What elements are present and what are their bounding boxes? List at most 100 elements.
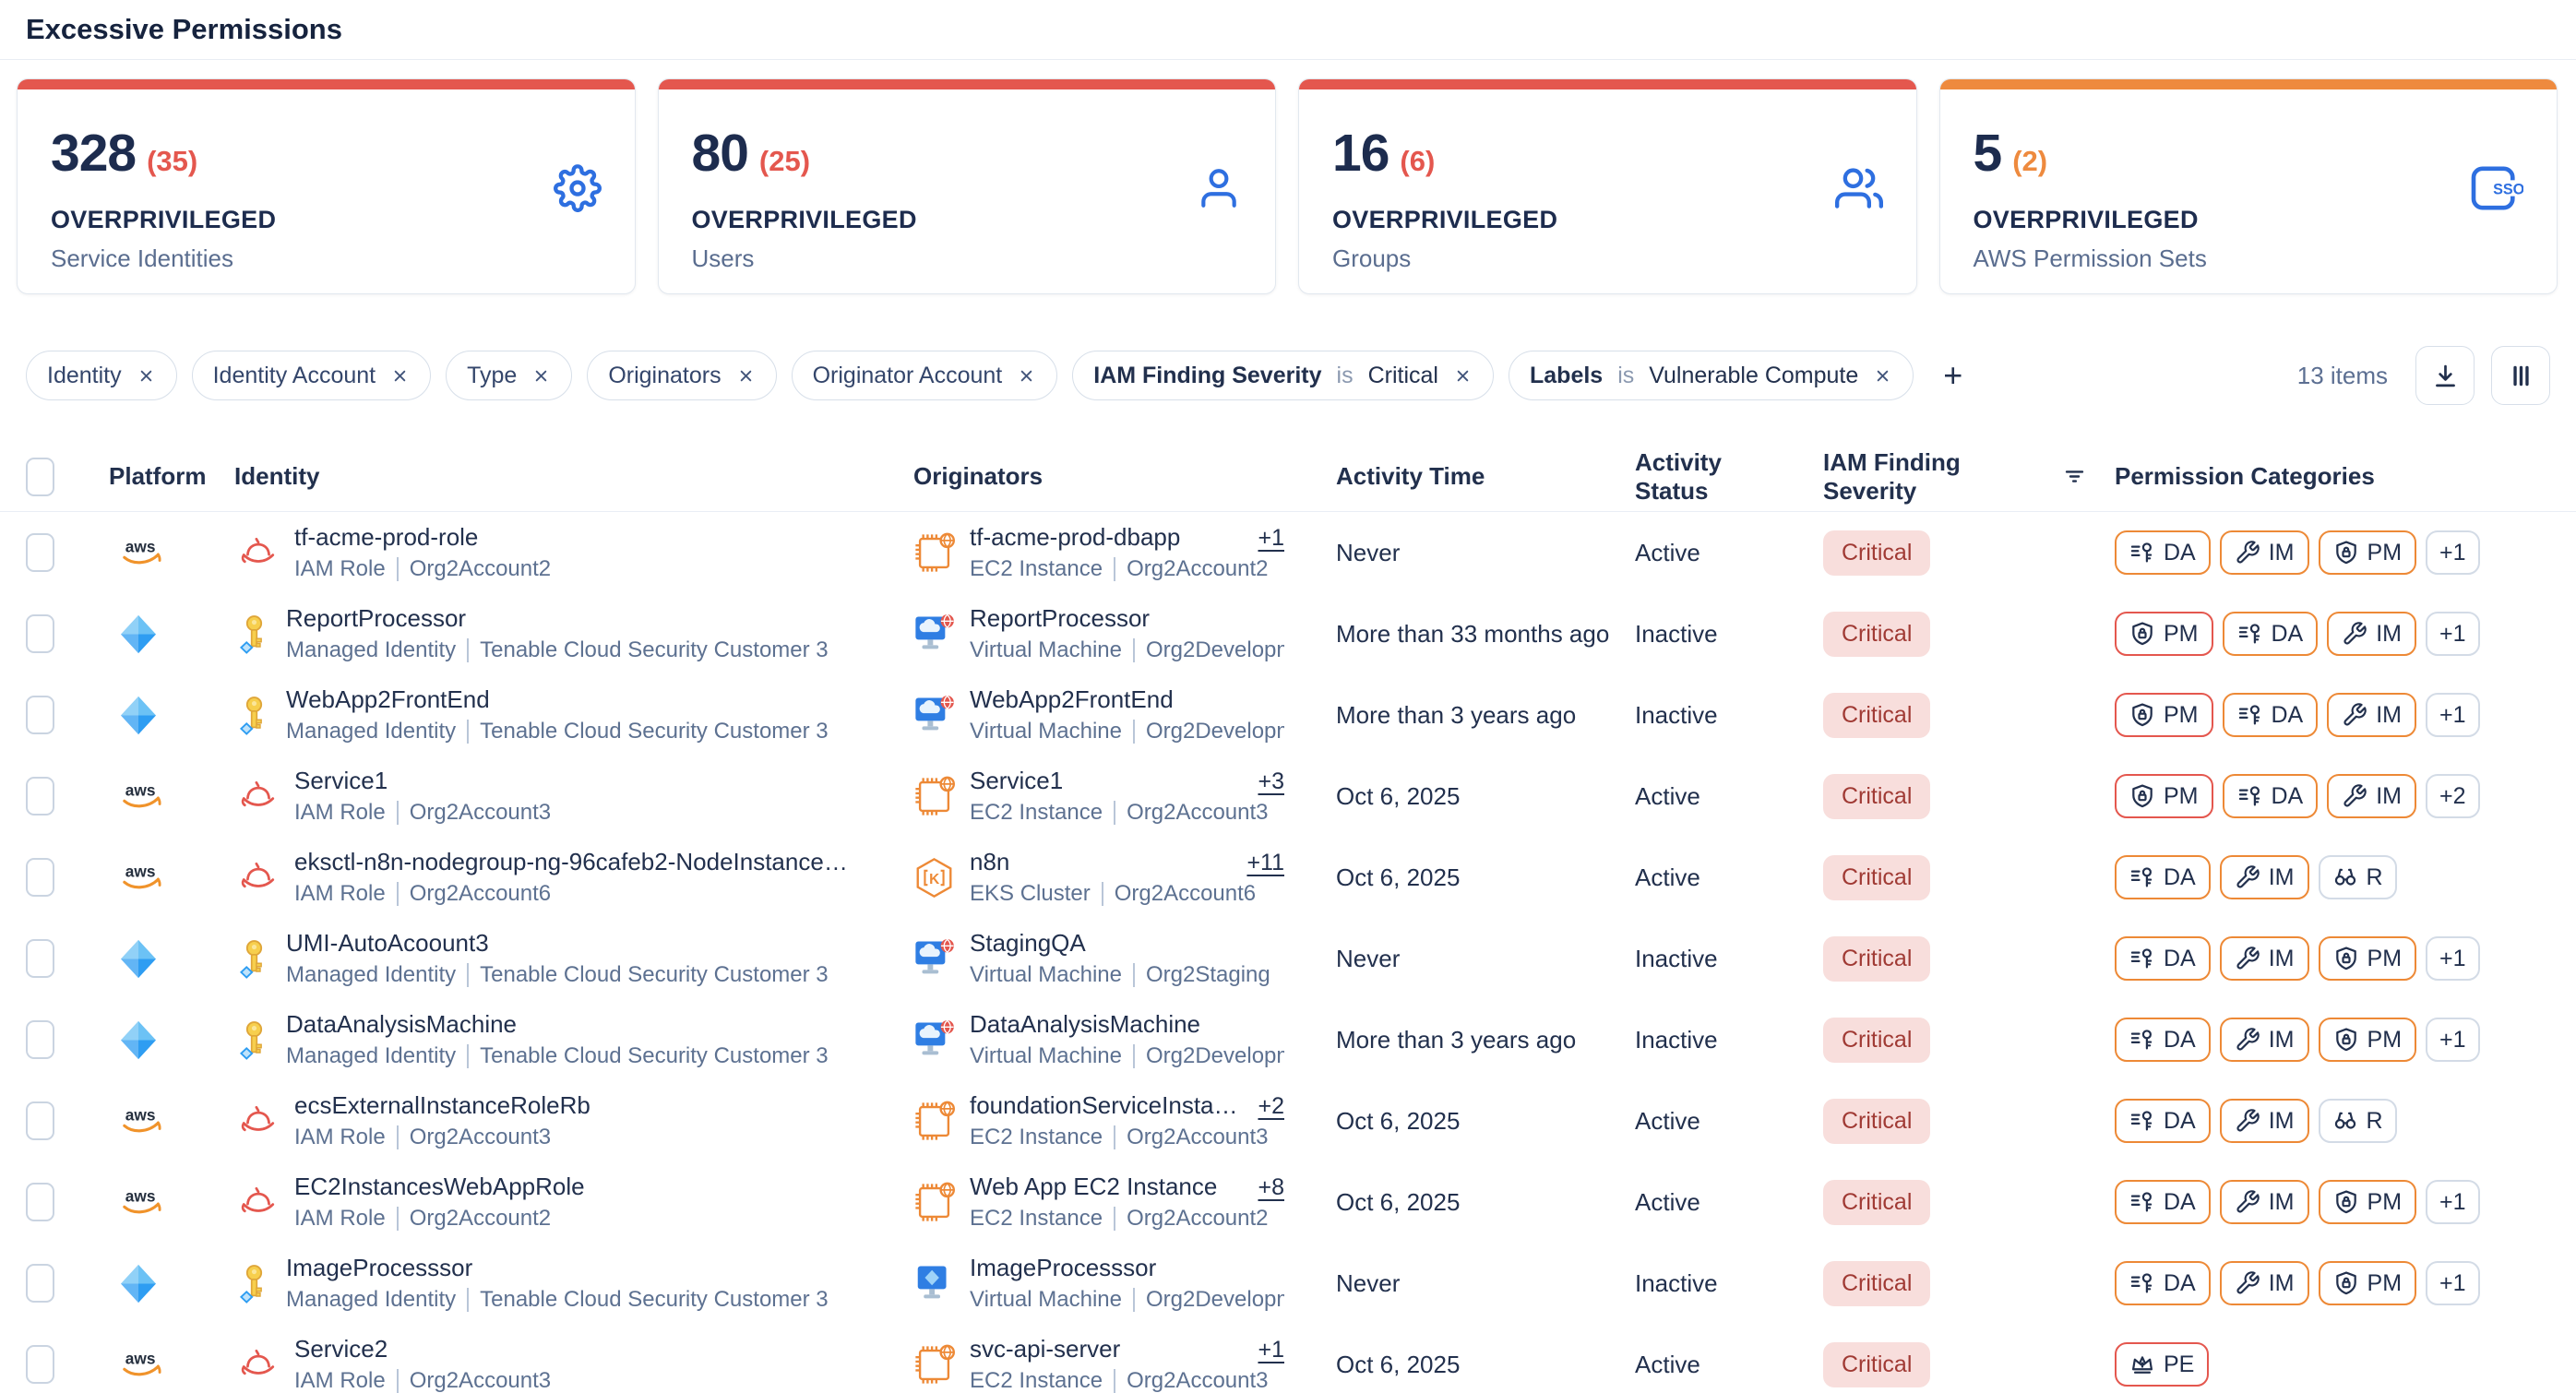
- permission-badge-plus1[interactable]: +1: [2426, 1180, 2480, 1224]
- close-icon[interactable]: [1453, 366, 1473, 386]
- permission-badge-DA[interactable]: DA: [2223, 612, 2319, 656]
- permission-badge-IM[interactable]: IM: [2220, 1018, 2309, 1062]
- identity-name[interactable]: Service2: [294, 1335, 862, 1363]
- originator-name[interactable]: tf-acme-prod-dbapp: [970, 523, 1180, 552]
- originator-name[interactable]: ReportProcessor: [970, 604, 1150, 633]
- close-icon[interactable]: [390, 366, 410, 386]
- permission-badge-PM[interactable]: PM: [2319, 1180, 2417, 1224]
- filter-chip[interactable]: Originator Account: [792, 351, 1058, 400]
- row-checkbox[interactable]: [26, 1345, 54, 1384]
- permission-badge-plus1[interactable]: +1: [2426, 936, 2480, 981]
- column-header-identity[interactable]: Identity: [223, 462, 893, 491]
- permission-badge-DA[interactable]: DA: [2115, 530, 2211, 575]
- close-icon[interactable]: [137, 366, 156, 386]
- permission-badge-DA[interactable]: DA: [2115, 1180, 2211, 1224]
- originator-name[interactable]: WebApp2FrontEnd: [970, 685, 1174, 714]
- row-checkbox[interactable]: [26, 1020, 54, 1059]
- permission-badge-PM[interactable]: PM: [2115, 774, 2213, 818]
- originator-name[interactable]: StagingQA: [970, 929, 1086, 958]
- more-originators-link[interactable]: +2: [1258, 1093, 1284, 1120]
- permission-badge-IM[interactable]: IM: [2220, 1099, 2309, 1143]
- permission-badge-DA[interactable]: DA: [2115, 855, 2211, 899]
- column-header-permission-categories[interactable]: Permission Categories: [2087, 462, 2576, 491]
- permission-badge-PM[interactable]: PM: [2115, 693, 2213, 737]
- permission-badge-DA[interactable]: DA: [2115, 1099, 2211, 1143]
- more-originators-link[interactable]: +11: [1246, 850, 1284, 876]
- row-checkbox[interactable]: [26, 696, 54, 734]
- identity-name[interactable]: DataAnalysisMachine: [286, 1010, 862, 1039]
- filter-chip[interactable]: Identity Account: [192, 351, 432, 400]
- originator-name[interactable]: svc-api-server: [970, 1335, 1120, 1363]
- permission-badge-R[interactable]: R: [2319, 855, 2397, 899]
- permission-badge-PM[interactable]: PM: [2319, 936, 2417, 981]
- permission-badge-PM[interactable]: PM: [2319, 530, 2417, 575]
- permission-badge-IM[interactable]: IM: [2327, 693, 2416, 737]
- permission-badge-PM[interactable]: PM: [2115, 612, 2213, 656]
- permission-badge-IM[interactable]: IM: [2220, 1261, 2309, 1305]
- originator-name[interactable]: foundationServiceInstance: [970, 1091, 1245, 1120]
- filter-chip[interactable]: LabelsisVulnerable Compute: [1509, 351, 1914, 400]
- more-originators-link[interactable]: +8: [1258, 1174, 1284, 1201]
- more-originators-link[interactable]: +1: [1258, 1337, 1284, 1363]
- permission-badge-DA[interactable]: DA: [2115, 1018, 2211, 1062]
- row-checkbox[interactable]: [26, 614, 54, 653]
- close-icon[interactable]: [736, 366, 756, 386]
- row-checkbox[interactable]: [26, 1183, 54, 1221]
- identity-name[interactable]: ReportProcessor: [286, 604, 862, 633]
- close-icon[interactable]: [1017, 366, 1036, 386]
- permission-badge-IM[interactable]: IM: [2220, 530, 2309, 575]
- permission-badge-IM[interactable]: IM: [2327, 612, 2416, 656]
- row-checkbox[interactable]: [26, 533, 54, 572]
- column-header-activity-time[interactable]: Activity Time: [1310, 462, 1609, 491]
- permission-badge-plus1[interactable]: +1: [2426, 612, 2480, 656]
- card-overprivileged-users[interactable]: 80 (25) OVERPRIVILEGED Users: [658, 78, 1277, 294]
- permission-badge-PE[interactable]: PE: [2115, 1342, 2209, 1387]
- permission-badge-IM[interactable]: IM: [2220, 936, 2309, 981]
- close-icon[interactable]: [531, 366, 551, 386]
- identity-name[interactable]: tf-acme-prod-role: [294, 523, 862, 552]
- identity-name[interactable]: eksctl-n8n-nodegroup-ng-96cafeb2-NodeIns…: [294, 848, 862, 876]
- add-filter-button[interactable]: +: [1934, 356, 1972, 395]
- more-originators-link[interactable]: +3: [1258, 768, 1284, 795]
- row-checkbox[interactable]: [26, 777, 54, 816]
- card-overprivileged-groups[interactable]: 16 (6) OVERPRIVILEGED Groups: [1298, 78, 1917, 294]
- card-overprivileged-aws-permission-sets[interactable]: 5 (2) OVERPRIVILEGED AWS Permission Sets…: [1939, 78, 2558, 294]
- originator-name[interactable]: DataAnalysisMachine: [970, 1010, 1200, 1039]
- column-header-platform[interactable]: Platform: [94, 462, 223, 491]
- permission-badge-PM[interactable]: PM: [2319, 1261, 2417, 1305]
- card-overprivileged-service-identities[interactable]: 328 (35) OVERPRIVILEGED Service Identiti…: [17, 78, 636, 294]
- funnel-icon[interactable]: [2062, 464, 2087, 489]
- manage-columns-button[interactable]: [2491, 346, 2550, 405]
- identity-name[interactable]: ecsExternalInstanceRoleRb: [294, 1091, 862, 1120]
- permission-badge-DA[interactable]: DA: [2115, 1261, 2211, 1305]
- permission-badge-IM[interactable]: IM: [2220, 1180, 2309, 1224]
- permission-badge-plus2[interactable]: +2: [2426, 774, 2480, 818]
- row-checkbox[interactable]: [26, 1264, 54, 1303]
- close-icon[interactable]: [1873, 366, 1892, 386]
- permission-badge-IM[interactable]: IM: [2327, 774, 2416, 818]
- permission-badge-plus1[interactable]: +1: [2426, 693, 2480, 737]
- originator-name[interactable]: n8n: [970, 848, 1009, 876]
- permission-badge-plus1[interactable]: +1: [2426, 1261, 2480, 1305]
- row-checkbox[interactable]: [26, 1101, 54, 1140]
- originator-name[interactable]: Service1: [970, 767, 1063, 795]
- permission-badge-DA[interactable]: DA: [2223, 774, 2319, 818]
- identity-name[interactable]: WebApp2FrontEnd: [286, 685, 862, 714]
- permission-badge-DA[interactable]: DA: [2115, 936, 2211, 981]
- more-originators-link[interactable]: +1: [1258, 525, 1284, 552]
- filter-chip[interactable]: Identity: [26, 351, 177, 400]
- filter-chip[interactable]: Type: [446, 351, 572, 400]
- identity-name[interactable]: UMI-AutoAcoount3: [286, 929, 862, 958]
- permission-badge-IM[interactable]: IM: [2220, 855, 2309, 899]
- filter-chip[interactable]: IAM Finding SeverityisCritical: [1072, 351, 1494, 400]
- permission-badge-plus1[interactable]: +1: [2426, 1018, 2480, 1062]
- permission-badge-plus1[interactable]: +1: [2426, 530, 2480, 575]
- filter-chip[interactable]: Originators: [587, 351, 776, 400]
- originator-name[interactable]: ImageProcesssor: [970, 1254, 1156, 1282]
- identity-name[interactable]: ImageProcesssor: [286, 1254, 862, 1282]
- row-checkbox[interactable]: [26, 939, 54, 978]
- select-all-checkbox[interactable]: [26, 458, 54, 496]
- export-button[interactable]: [2415, 346, 2475, 405]
- identity-name[interactable]: Service1: [294, 767, 862, 795]
- permission-badge-DA[interactable]: DA: [2223, 693, 2319, 737]
